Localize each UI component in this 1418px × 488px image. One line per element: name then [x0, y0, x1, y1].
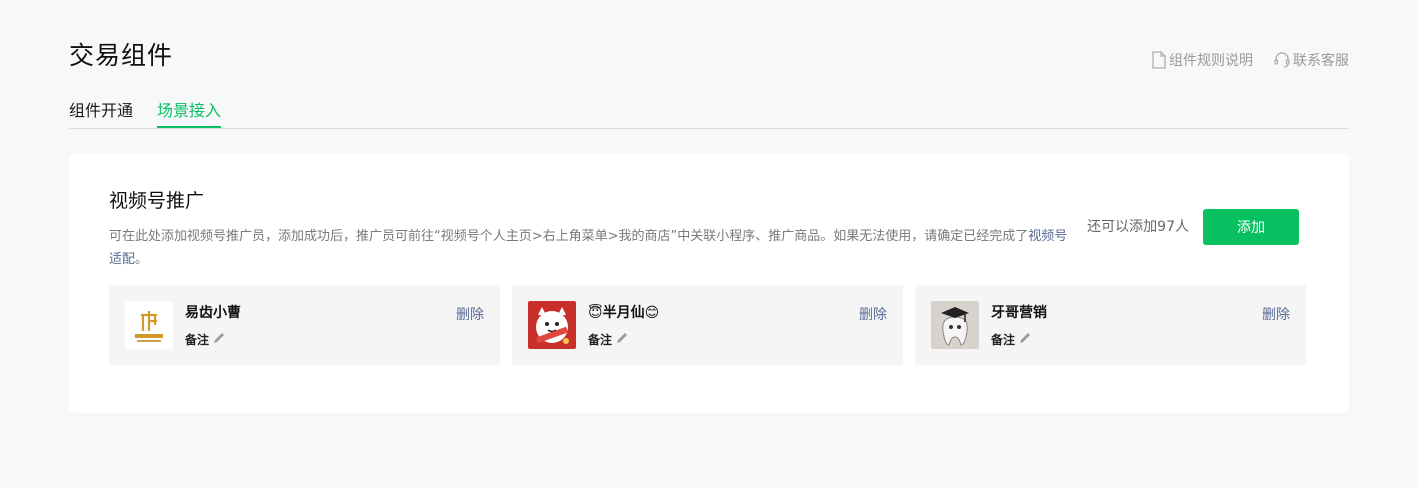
promoter-name: 易齿小曹	[185, 305, 241, 321]
tab-scene-access[interactable]: 场景接入	[157, 98, 222, 128]
document-icon	[1151, 51, 1167, 69]
tooth-graduate-avatar	[931, 301, 979, 349]
promoter-name: 牙哥营销	[991, 305, 1047, 321]
description-text: 可在此处添加视频号推广员，添加成功后，推广员可前往“视频号个人主页>右上角菜单>…	[109, 229, 1029, 244]
support-link-label: 联系客服	[1293, 53, 1349, 69]
header-links: 组件规则说明 联系客服	[1151, 50, 1349, 70]
delete-button[interactable]: 删除	[456, 304, 484, 324]
dental-logo-avatar	[125, 301, 173, 349]
promotion-card: 视频号推广 可在此处添加视频号推广员，添加成功后，推广员可前往“视频号个人主页>…	[69, 153, 1349, 413]
pencil-icon	[212, 331, 226, 348]
cartoon-avatar	[528, 301, 576, 349]
tab-component-activation[interactable]: 组件开通	[69, 98, 133, 128]
promoter-item: 易齿小曹 备注 删除	[109, 285, 500, 365]
description-end: 。	[135, 252, 149, 267]
note-edit[interactable]: 备注	[185, 331, 226, 348]
pencil-icon	[1018, 331, 1032, 348]
tab-bar: 组件开通 场景接入	[69, 98, 1349, 129]
delete-button[interactable]: 删除	[859, 304, 887, 324]
note-label: 备注	[588, 333, 613, 347]
note-label: 备注	[991, 333, 1016, 347]
promoter-item: 😇半月仙😊 备注 删除	[512, 285, 903, 365]
section-description: 可在此处添加视频号推广员，添加成功后，推广员可前往“视频号个人主页>右上角菜单>…	[109, 225, 1079, 271]
promoter-item: 牙哥营销 备注 删除	[915, 285, 1306, 365]
section-title: 视频号推广	[109, 190, 205, 212]
headset-icon	[1273, 51, 1291, 69]
rules-link-label: 组件规则说明	[1169, 53, 1253, 69]
note-edit[interactable]: 备注	[991, 331, 1032, 348]
promoter-list: 易齿小曹 备注 删除 😇半月仙😊 备注 删除 牙哥营销 备注 删除	[109, 285, 1306, 365]
note-edit[interactable]: 备注	[588, 331, 629, 348]
promoter-name: 😇半月仙😊	[588, 305, 660, 321]
support-link[interactable]: 联系客服	[1273, 50, 1349, 70]
delete-button[interactable]: 删除	[1262, 304, 1290, 324]
rules-link[interactable]: 组件规则说明	[1151, 50, 1253, 70]
remaining-count: 还可以添加97人	[1087, 219, 1189, 235]
pencil-icon	[615, 331, 629, 348]
page-title: 交易组件	[69, 41, 174, 70]
add-button[interactable]: 添加	[1203, 209, 1299, 245]
note-label: 备注	[185, 333, 210, 347]
